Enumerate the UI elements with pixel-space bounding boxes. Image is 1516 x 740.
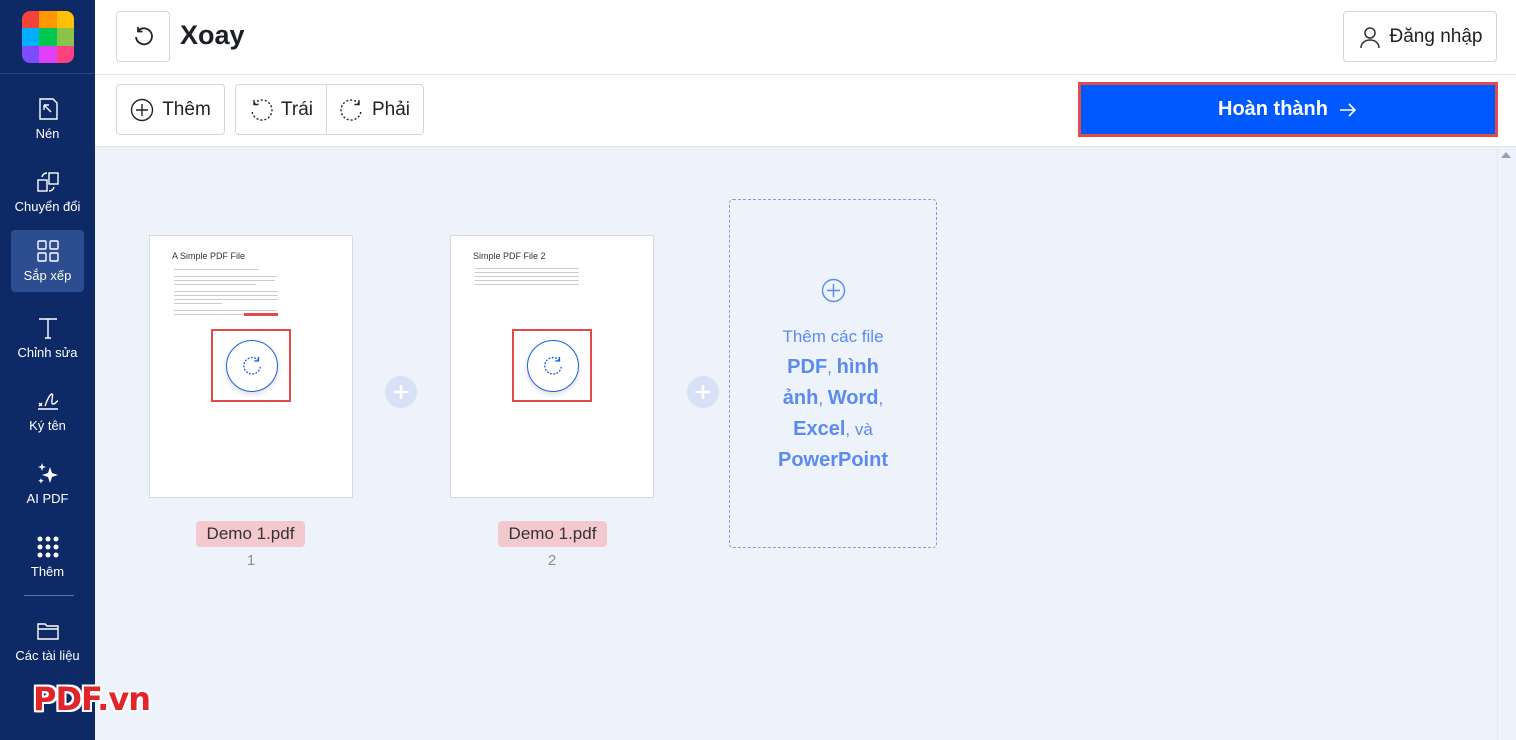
folder-icon [36, 623, 59, 640]
rotate-page-button[interactable] [226, 340, 278, 392]
sidebar-item-label: Nén [35, 126, 60, 141]
rotate-left-label: Trái [280, 98, 314, 120]
sidebar-item-ai-pdf[interactable]: AI PDF [11, 453, 84, 515]
sidebar-item-convert[interactable]: Chuyển đổi [11, 161, 84, 223]
done-button[interactable]: Hoàn thành [1081, 85, 1495, 134]
login-label: Đăng nhập [1389, 25, 1483, 47]
rotate-highlight [512, 329, 592, 402]
app-logo[interactable] [22, 11, 74, 63]
rotate-highlight [211, 329, 291, 402]
sidebar-item-label: Thêm [30, 564, 65, 579]
file-name-badge: Demo 1.pdf [196, 521, 305, 547]
convert-icon [36, 172, 59, 192]
dropzone-sep: , [818, 389, 824, 408]
sidebar-item-label: Ký tên [29, 418, 66, 433]
dropzone-sep: , [878, 389, 884, 408]
sidebar-item-documents[interactable]: Các tài liệu [11, 610, 84, 672]
watermark-logo: PDF.vn [33, 680, 151, 718]
toolbar: Thêm Trái Phải Hoàn thành [95, 75, 1516, 147]
rotate-right-label: Phải [371, 98, 411, 120]
dropzone-line1: Thêm các file [782, 327, 884, 346]
dropzone-image-1: hình [836, 356, 879, 378]
sidebar-item-label: Chỉnh sửa [17, 345, 78, 360]
sidebar-item-more[interactable]: Thêm [11, 526, 84, 588]
rotate-icon [243, 356, 261, 375]
sidebar-item-sign[interactable]: Ký tên [11, 380, 84, 442]
insert-between-button[interactable] [385, 376, 417, 408]
vertical-scrollbar[interactable] [1497, 148, 1514, 740]
add-file-button[interactable]: Thêm [116, 84, 225, 135]
text-edit-icon [38, 318, 57, 339]
page-doc-title: Simple PDF File 2 [473, 251, 546, 261]
sidebar-item-organize[interactable]: Sắp xếp [11, 230, 84, 292]
dropzone-excel: Excel [793, 418, 846, 440]
rotate-right-button[interactable]: Phải [326, 84, 424, 135]
plus-circle-icon [131, 98, 154, 121]
scroll-up-arrow-icon[interactable] [1501, 152, 1511, 158]
dots-grid-icon [37, 536, 58, 558]
page-title: Xoay [180, 20, 245, 50]
sidebar: Nén Chuyển đổi Sắp xếp Chỉnh sửa Ký tên … [0, 0, 95, 740]
grid-icon [36, 240, 59, 262]
user-icon [1359, 26, 1380, 48]
insert-between-button[interactable] [687, 376, 719, 408]
undo-button[interactable] [116, 11, 170, 62]
header: Xoay Đăng nhập [95, 0, 1516, 75]
dropzone-powerpoint: PowerPoint [777, 449, 888, 471]
login-button[interactable]: Đăng nhập [1343, 11, 1497, 62]
sidebar-item-label: Chuyển đổi [14, 199, 81, 214]
plus-icon [696, 385, 710, 399]
sidebar-divider [0, 73, 95, 74]
dropzone-text: Thêm các file PDF, hình ảnh, Word, Excel… [730, 321, 936, 476]
sidebar-divider [24, 595, 74, 596]
sidebar-item-label: Các tài liệu [15, 648, 80, 663]
file-name-badge: Demo 1.pdf [498, 521, 607, 547]
rotate-page-button[interactable] [527, 340, 579, 392]
sidebar-item-compress[interactable]: Nén [11, 88, 84, 150]
rotate-left-icon [251, 98, 273, 121]
rotate-left-button[interactable]: Trái [235, 84, 327, 135]
dropzone-pdf: PDF [787, 356, 828, 378]
page-thumbnail[interactable]: Simple PDF File 2 [450, 235, 654, 498]
arrow-right-icon [1340, 102, 1357, 117]
page-doc-title: A Simple PDF File [172, 251, 246, 261]
plus-icon [394, 385, 408, 399]
sidebar-item-label: AI PDF [26, 491, 69, 506]
dropzone-image-2: ảnh [782, 387, 819, 409]
undo-icon [135, 26, 153, 45]
signature-icon [37, 393, 58, 410]
dropzone-word: Word [827, 387, 879, 409]
highlighted-text [244, 313, 278, 316]
done-button-highlight: Hoàn thành [1078, 82, 1498, 137]
add-file-label: Thêm [162, 98, 211, 120]
rotate-right-icon [340, 98, 362, 121]
sparkle-icon [37, 463, 58, 484]
add-files-dropzone[interactable]: Thêm các file PDF, hình ảnh, Word, Excel… [729, 199, 937, 548]
done-label: Hoàn thành [1218, 98, 1328, 120]
rotate-icon [544, 356, 562, 375]
page-number: 1 [246, 552, 256, 569]
plus-circle-icon [821, 278, 846, 303]
dropzone-and: , và [845, 420, 873, 439]
sidebar-item-edit[interactable]: Chỉnh sửa [11, 307, 84, 369]
compress-icon [38, 98, 58, 120]
dropzone-sep: , [827, 358, 832, 377]
sidebar-item-label: Sắp xếp [23, 268, 72, 283]
page-thumbnail[interactable]: A Simple PDF File [149, 235, 353, 498]
page-number: 2 [547, 552, 557, 569]
